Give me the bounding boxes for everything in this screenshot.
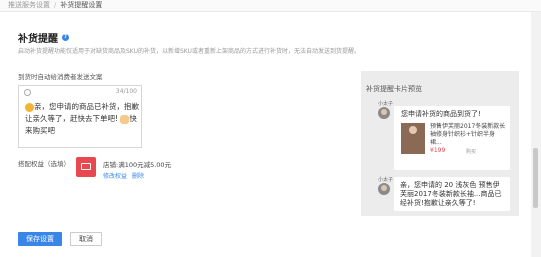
breadcrumb: 推送服务设置 / 补货提醒设置 — [8, 1, 102, 10]
avatar-1 — [378, 107, 390, 119]
emoji-picker-icon[interactable] — [24, 89, 31, 96]
product-title: 预售伊芙丽2017冬装新款长袖修身针织衫+针织半身裙... — [430, 123, 506, 146]
message-textarea[interactable]: 34/100 亲，您申请的商品已补货，抱歉让亲久等了，赶快去下单吧! 快来购买吧 — [18, 85, 142, 148]
page-description: 启动补货提醒功能仅适用于对缺货商品及SKU的补货，以新增SKU或者重新上架商品的… — [18, 48, 360, 55]
preview-title: 补货提醒卡片预览 — [366, 85, 422, 93]
page-title-text: 补货提醒 — [18, 34, 58, 45]
coupon-icon — [76, 157, 96, 177]
product-card-bubble: 您申请补货的商品到货了! 预售伊芙丽2017冬装新款长袖修身针织衫+针织半身裙.… — [394, 106, 510, 170]
change-coupon-link[interactable]: 修改权益 — [103, 171, 127, 180]
scrollbar-track[interactable] — [531, 12, 541, 257]
message-label: 到货时自动给消费者发送文案 — [18, 73, 103, 81]
shop-name-2: 小太子 — [378, 177, 394, 183]
page-title: 补货提醒 ? — [18, 30, 69, 45]
coupon-label: 搭配权益（选填） — [18, 160, 70, 168]
card-heading: 您申请补货的商品到货了! — [401, 110, 481, 118]
preview-panel: 补货提醒卡片预览 小太子 您申请补货的商品到货了! 预售伊芙丽2017冬装新款长… — [361, 71, 519, 216]
delete-coupon-link[interactable]: 删除 — [132, 171, 144, 180]
text-message-bubble: 亲，您申请的 20 浅灰色 预售伊芙丽2017冬装新款长袖...商品已经补货!抱… — [394, 177, 510, 211]
save-button[interactable]: 保存设置 — [18, 232, 62, 246]
coupon-text: 店铺:满100元减5.00元 — [103, 161, 172, 169]
avatar-2 — [378, 183, 390, 195]
info-icon[interactable]: ? — [62, 34, 69, 41]
shop-name-1: 小太子 — [378, 101, 394, 107]
text-message-content: 亲，您申请的 20 浅灰色 预售伊芙丽2017冬装新款长袖...商品已经补货!抱… — [400, 181, 502, 207]
message-content[interactable]: 亲，您申请的商品已补货，抱歉让亲久等了，赶快去下单吧! 快来购买吧 — [25, 101, 139, 137]
cancel-button[interactable]: 取消 — [70, 232, 102, 246]
product-tag: 购买 — [466, 149, 477, 155]
top-bar: 推送服务设置 / 补货提醒设置 — [0, 0, 541, 12]
char-counter: 34/100 — [115, 88, 137, 95]
product-image — [401, 123, 425, 154]
scrollbar-thumb[interactable] — [533, 148, 538, 208]
product-price: ¥199 — [430, 147, 446, 154]
smile-emoji-icon — [25, 102, 34, 112]
breadcrumb-parent-link[interactable]: 推送服务设置 — [8, 1, 50, 9]
breadcrumb-current: 补货提醒设置 — [60, 1, 103, 9]
breadcrumb-separator: / — [54, 1, 57, 9]
